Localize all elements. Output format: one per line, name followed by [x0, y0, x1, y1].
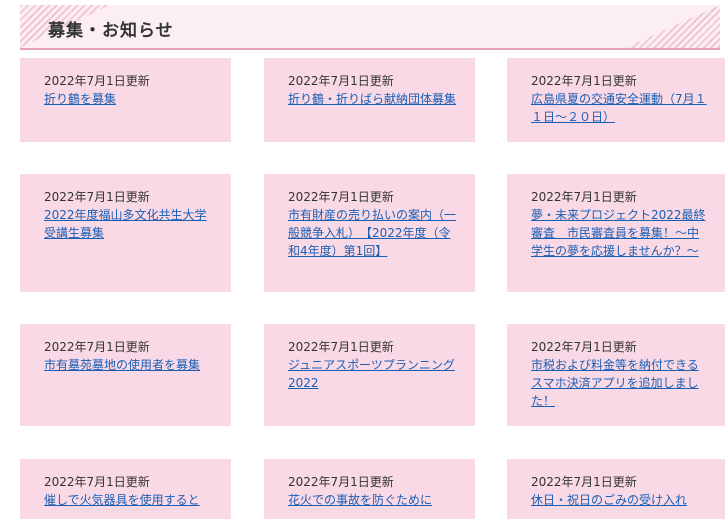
news-date: 2022年7月1日更新	[44, 475, 150, 489]
news-link[interactable]: 広島県夏の交通安全運動（7月１１日～２０日）	[531, 90, 709, 126]
news-date: 2022年7月1日更新	[531, 74, 637, 88]
news-card: 2022年7月1日更新 市税および料金等を納付できるスマホ決済アプリを追加しまし…	[507, 324, 725, 426]
news-link[interactable]: 市税および料金等を納付できるスマホ決済アプリを追加しました！	[531, 356, 709, 410]
news-card: 2022年7月1日更新 夢・未来プロジェクト2022最終審査 市民審査員を募集！…	[507, 174, 725, 292]
news-date: 2022年7月1日更新	[288, 475, 394, 489]
news-date: 2022年7月1日更新	[44, 190, 150, 204]
news-link[interactable]: 市有財産の売り払いの案内（一般競争入札） 【2022年度（令和4年度）第1回】	[288, 206, 459, 260]
news-card: 2022年7月1日更新 催しで火気器具を使用すると	[20, 459, 231, 519]
news-card: 2022年7月1日更新 市有墓苑墓地の使用者を募集	[20, 324, 231, 426]
news-link[interactable]: 市有墓苑墓地の使用者を募集	[44, 356, 215, 374]
news-link[interactable]: 折り鶴を募集	[44, 90, 215, 108]
news-link[interactable]: ジュニアスポーツプランニング2022	[288, 356, 459, 392]
news-link[interactable]: 休日・祝日のごみの受け入れ	[531, 491, 709, 509]
news-card: 2022年7月1日更新 休日・祝日のごみの受け入れ	[507, 459, 725, 519]
news-date: 2022年7月1日更新	[531, 340, 637, 354]
news-link[interactable]: 催しで火気器具を使用すると	[44, 491, 215, 509]
news-date: 2022年7月1日更新	[44, 74, 150, 88]
news-date: 2022年7月1日更新	[288, 340, 394, 354]
news-link[interactable]: 折り鶴・折りばら献納団体募集	[288, 90, 459, 108]
news-date: 2022年7月1日更新	[288, 74, 394, 88]
news-date: 2022年7月1日更新	[531, 190, 637, 204]
news-link[interactable]: 花火での事故を防ぐために	[288, 491, 459, 509]
news-card: 2022年7月1日更新 市有財産の売り払いの案内（一般競争入札） 【2022年度…	[264, 174, 475, 292]
news-date: 2022年7月1日更新	[288, 190, 394, 204]
news-link[interactable]: 2022年度福山多文化共生大学受講生募集	[44, 206, 215, 242]
news-card: 2022年7月1日更新 2022年度福山多文化共生大学受講生募集	[20, 174, 231, 292]
news-card: 2022年7月1日更新 花火での事故を防ぐために	[264, 459, 475, 519]
news-card: 2022年7月1日更新 広島県夏の交通安全運動（7月１１日～２０日）	[507, 58, 725, 142]
news-card: 2022年7月1日更新 折り鶴を募集	[20, 58, 231, 142]
news-grid: 2022年7月1日更新 折り鶴を募集 2022年7月1日更新 折り鶴・折りばら献…	[0, 0, 725, 519]
news-date: 2022年7月1日更新	[531, 475, 637, 489]
news-link[interactable]: 夢・未来プロジェクト2022最終審査 市民審査員を募集！～中学生の夢を応援しませ…	[531, 206, 709, 260]
news-date: 2022年7月1日更新	[44, 340, 150, 354]
news-card: 2022年7月1日更新 ジュニアスポーツプランニング2022	[264, 324, 475, 426]
news-card: 2022年7月1日更新 折り鶴・折りばら献納団体募集	[264, 58, 475, 142]
